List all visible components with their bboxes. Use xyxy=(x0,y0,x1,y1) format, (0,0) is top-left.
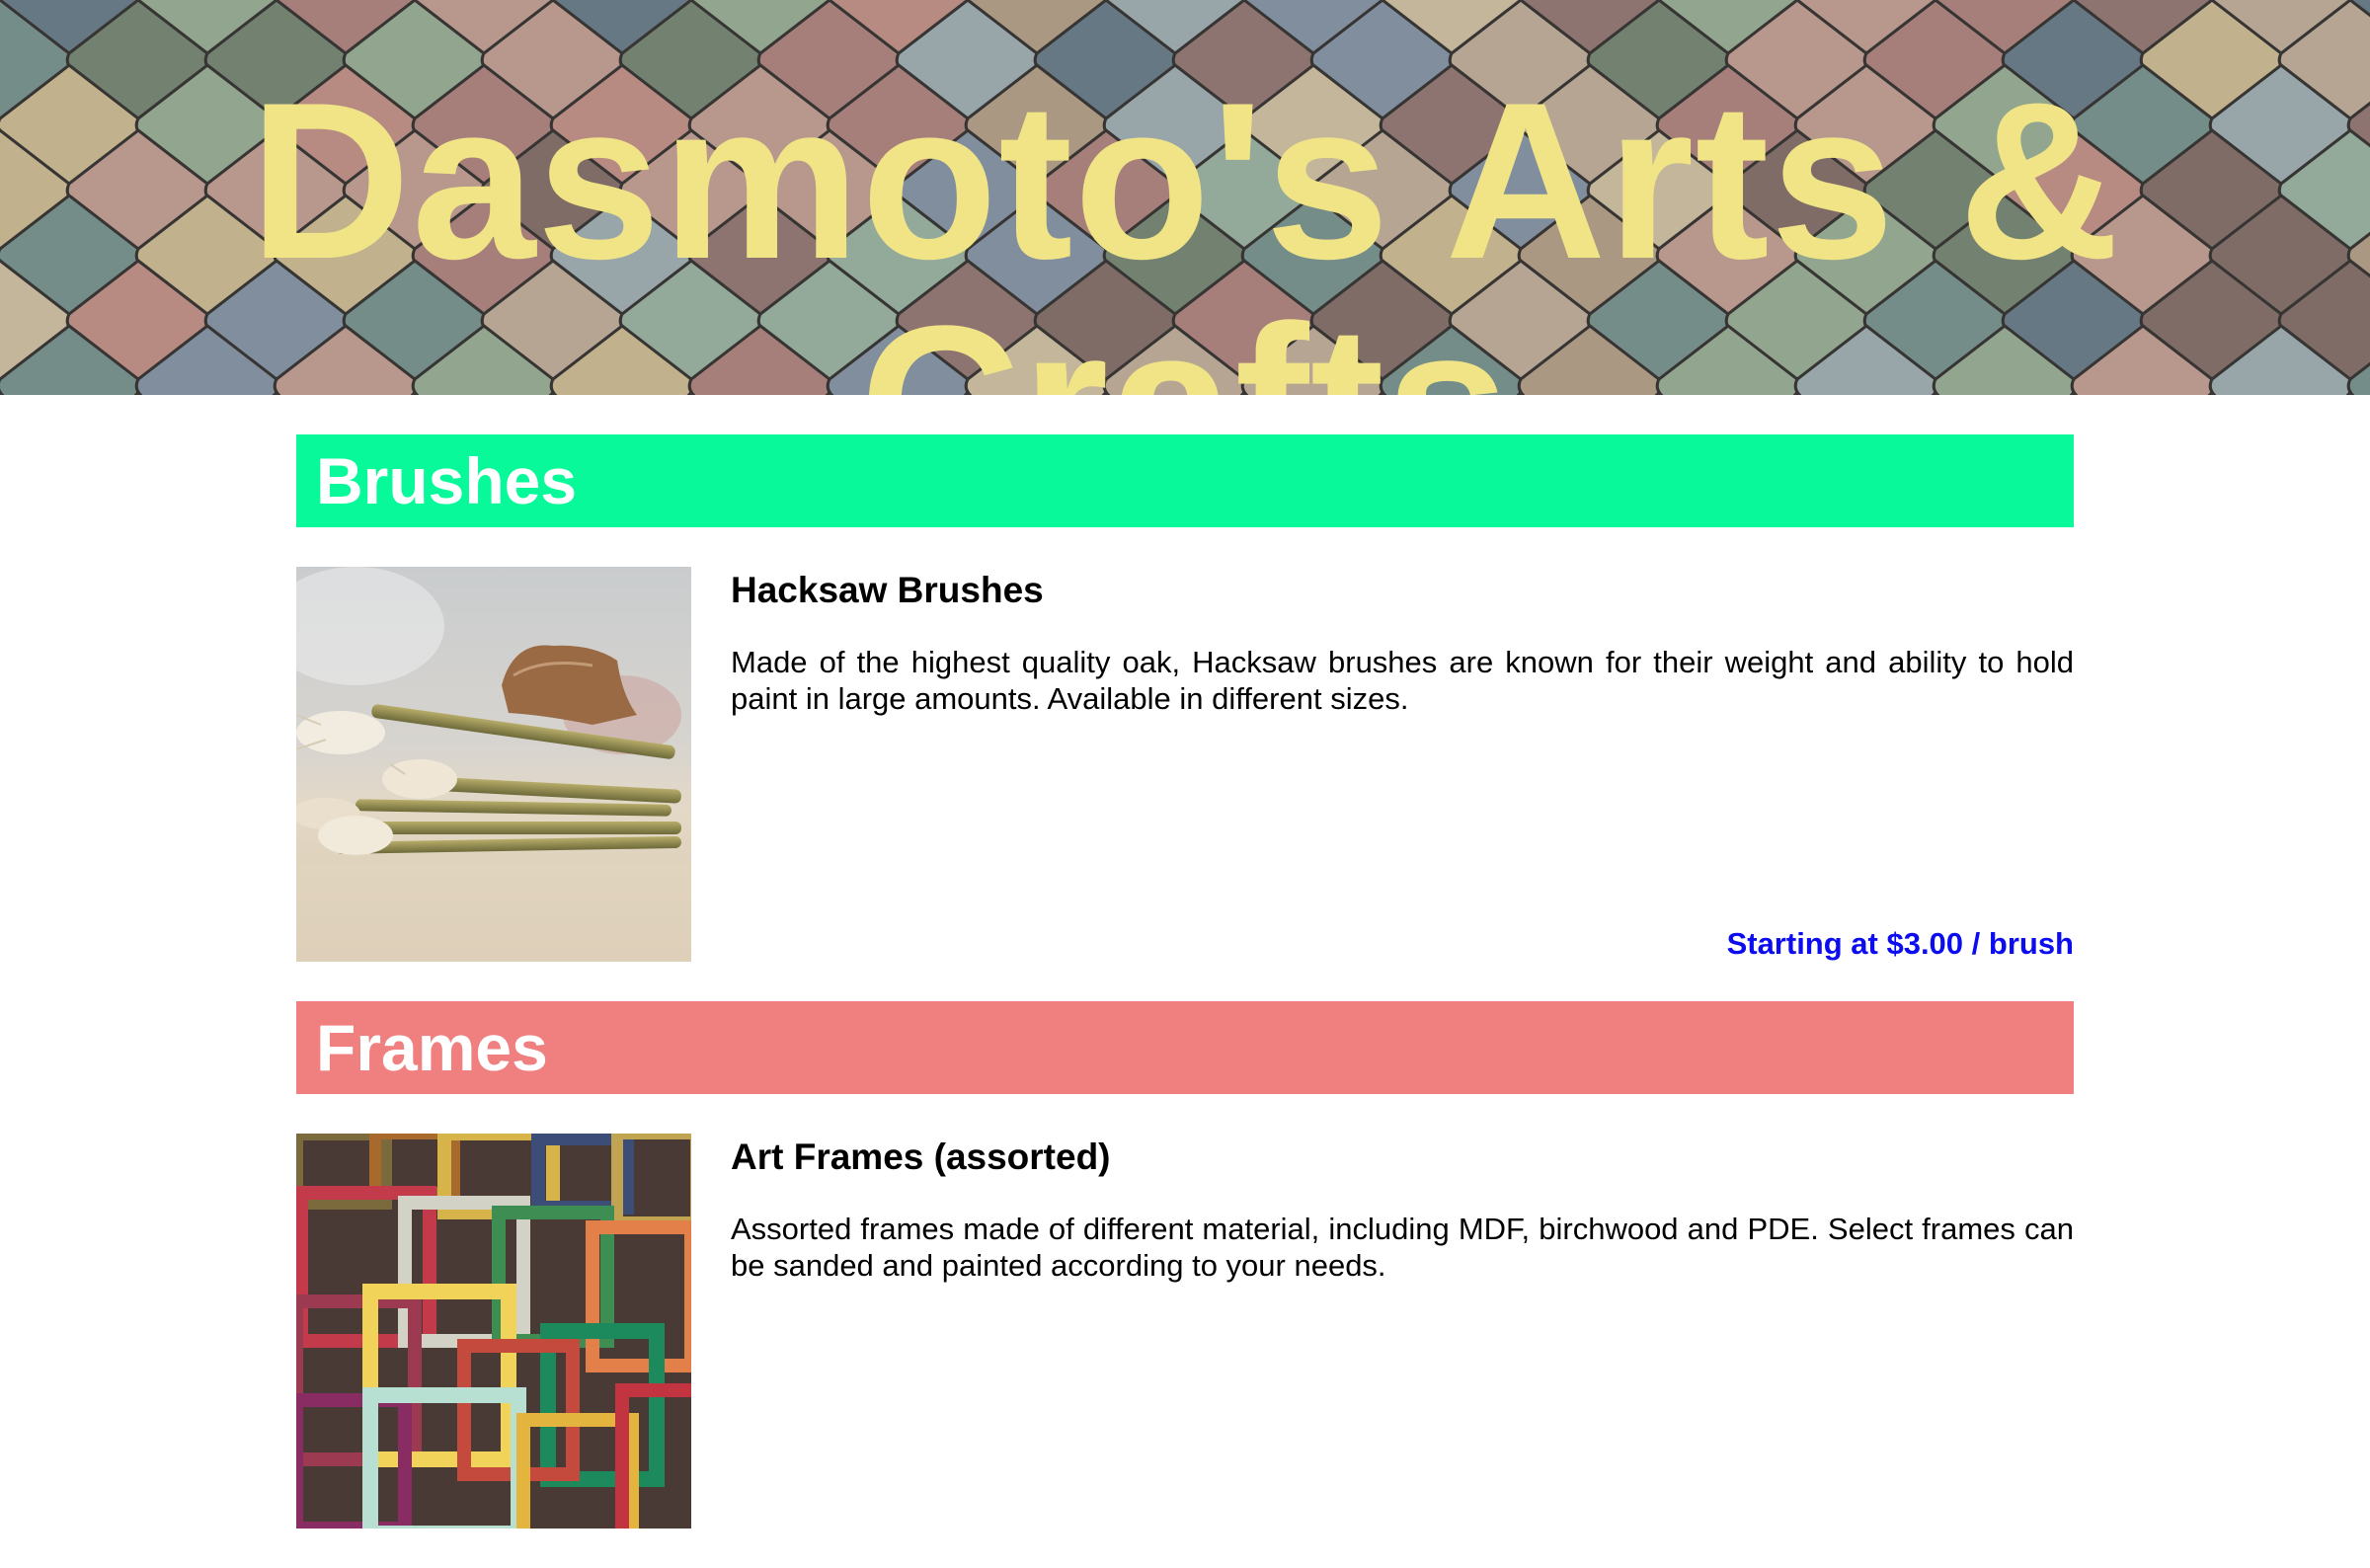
section-brushes: Brushes Hacksaw Brushes Made of the high… xyxy=(296,434,2074,962)
hero-banner: Dasmoto's Arts & Crafts xyxy=(0,0,2370,395)
product-price: Starting at $3.00 / brush xyxy=(1726,926,2074,961)
main-content: Brushes Hacksaw Brushes Made of the high… xyxy=(296,434,2074,1568)
product-hacksaw-brushes: Hacksaw Brushes Made of the highest qual… xyxy=(296,567,2074,962)
frames-photo xyxy=(296,1134,691,1529)
frames-heading: Frames xyxy=(296,1001,2074,1094)
product-title: Hacksaw Brushes xyxy=(731,570,1044,610)
brushes-photo xyxy=(296,567,691,962)
product-details: Art Frames (assorted) Assorted frames ma… xyxy=(731,1134,2074,1529)
product-description: Made of the highest quality oak, Hacksaw… xyxy=(731,645,2074,716)
product-title: Art Frames (assorted) xyxy=(731,1137,1111,1177)
product-art-frames: Art Frames (assorted) Assorted frames ma… xyxy=(296,1134,2074,1529)
brushes-heading: Brushes xyxy=(296,434,2074,527)
section-frames: Frames Art Frames (assorted) Assorted fr… xyxy=(296,1001,2074,1529)
product-details: Hacksaw Brushes Made of the highest qual… xyxy=(731,567,2074,962)
product-description: Assorted frames made of different materi… xyxy=(731,1212,2074,1283)
site-title: Dasmoto's Arts & Crafts xyxy=(249,55,2121,396)
